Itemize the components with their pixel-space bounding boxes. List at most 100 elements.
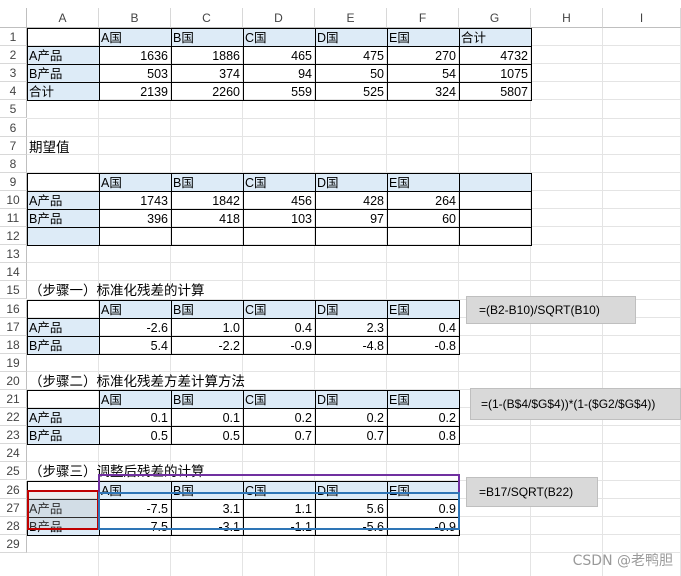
value-cell[interactable]: -0.9 [243,335,316,355]
row-header-20[interactable]: 20 [0,371,27,390]
row-label-cell[interactable]: A产品 [27,317,100,337]
value-cell[interactable]: 0.5 [171,426,244,446]
row-header-11[interactable]: 11 [0,209,27,228]
value-cell[interactable]: 4732 [459,46,532,66]
value-cell[interactable]: 0.1 [99,408,172,428]
value-cell[interactable]: 54 [387,64,460,84]
row-header-27[interactable]: 27 [0,498,27,517]
value-cell[interactable] [99,227,172,247]
column-header-H[interactable]: H [531,8,603,28]
value-cell[interactable]: 396 [99,209,172,229]
row-label-cell[interactable]: A产品 [27,190,100,210]
column-label-cell[interactable]: C国 [243,28,316,48]
row-header-18[interactable]: 18 [0,335,27,354]
column-header-F[interactable]: F [387,8,459,28]
row-label-cell[interactable]: B产品 [27,64,100,84]
column-label-cell[interactable]: B国 [171,28,244,48]
row-header-25[interactable]: 25 [0,462,27,481]
row-label-cell[interactable] [27,227,100,247]
value-cell[interactable]: -2.6 [99,317,172,337]
value-cell[interactable]: 418 [171,209,244,229]
value-cell[interactable]: -2.2 [171,335,244,355]
row-header-4[interactable]: 4 [0,82,27,101]
value-cell[interactable] [459,227,532,247]
column-label-cell[interactable]: C国 [243,172,316,192]
value-cell[interactable]: 1743 [99,190,172,210]
column-label-cell[interactable]: E国 [387,390,460,410]
row-header-28[interactable]: 28 [0,516,27,535]
step1-title[interactable]: （步骤一）标准化残差的计算 [29,279,205,299]
column-label-cell[interactable]: D国 [315,390,388,410]
row-header-9[interactable]: 9 [0,172,27,191]
row-header-21[interactable]: 21 [0,390,27,409]
value-cell[interactable] [459,209,532,229]
value-cell[interactable]: 50 [315,64,388,84]
row-header-7[interactable]: 7 [0,136,27,155]
value-cell[interactable]: 103 [243,209,316,229]
column-label-cell[interactable]: 合计 [459,28,532,48]
column-header-G[interactable]: G [459,8,531,28]
column-label-cell[interactable]: E国 [387,299,460,319]
value-cell[interactable]: 374 [171,64,244,84]
spreadsheet[interactable]: ABCDEFGHI 1 2 3 4 5 6 7 8 9 10 11 12 13 14 15 16 17 18 19 2… [0,0,681,576]
column-label-cell[interactable] [459,172,532,192]
value-cell[interactable]: 60 [387,209,460,229]
value-cell[interactable]: 0.2 [243,408,316,428]
row-header-2[interactable]: 2 [0,46,27,65]
value-cell[interactable]: 270 [387,46,460,66]
column-label-cell[interactable]: A国 [99,28,172,48]
row-header-13[interactable]: 13 [0,245,27,264]
value-cell[interactable]: 0.4 [243,317,316,337]
row-header-16[interactable]: 16 [0,299,27,318]
column-label-cell[interactable]: A国 [99,299,172,319]
column-label-cell[interactable]: B国 [171,299,244,319]
column-label-cell[interactable]: C国 [243,390,316,410]
row-header-6[interactable]: 6 [0,118,27,137]
row-label-cell[interactable]: 合计 [27,82,100,102]
value-cell[interactable] [315,227,388,247]
value-cell[interactable]: 2260 [171,82,244,102]
row-header-24[interactable]: 24 [0,444,27,463]
row-header-17[interactable]: 17 [0,317,27,336]
column-header-B[interactable]: B [99,8,171,28]
row-header-14[interactable]: 14 [0,263,27,282]
value-cell[interactable]: 0.2 [315,408,388,428]
value-cell[interactable]: 465 [243,46,316,66]
value-cell[interactable] [171,227,244,247]
column-label-cell[interactable]: A国 [99,172,172,192]
column-label-cell[interactable]: E国 [387,172,460,192]
row-header-1[interactable]: 1 [0,28,27,47]
value-cell[interactable]: 1.0 [171,317,244,337]
column-label-cell[interactable]: B国 [171,390,244,410]
column-header-A[interactable]: A [27,8,99,28]
row-header-5[interactable]: 5 [0,100,27,119]
row-header-23[interactable]: 23 [0,426,27,445]
value-cell[interactable]: 0.7 [315,426,388,446]
value-cell[interactable]: 0.8 [387,426,460,446]
value-cell[interactable]: -4.8 [315,335,388,355]
value-cell[interactable]: 94 [243,64,316,84]
column-label-cell[interactable]: D国 [315,299,388,319]
row-header-15[interactable]: 15 [0,281,27,300]
column-label-cell[interactable]: A国 [99,390,172,410]
formula-note-1[interactable]: =(B2-B10)/SQRT(B10) [466,296,636,324]
value-cell[interactable] [387,227,460,247]
value-cell[interactable]: 0.5 [99,426,172,446]
value-cell[interactable]: 1075 [459,64,532,84]
column-header-I[interactable]: I [603,8,681,28]
value-cell[interactable] [243,227,316,247]
table-corner-cell[interactable] [27,28,100,48]
row-header-22[interactable]: 22 [0,408,27,427]
value-cell[interactable]: 525 [315,82,388,102]
formula-note-3[interactable]: =B17/SQRT(B22) [466,477,598,507]
value-cell[interactable]: 5807 [459,82,532,102]
value-cell[interactable]: 264 [387,190,460,210]
value-cell[interactable]: 0.7 [243,426,316,446]
row-header-19[interactable]: 19 [0,353,27,372]
column-label-cell[interactable]: D国 [315,172,388,192]
row-label-cell[interactable]: B产品 [27,335,100,355]
column-label-cell[interactable]: D国 [315,28,388,48]
row-header-26[interactable]: 26 [0,480,27,499]
value-cell[interactable]: 2139 [99,82,172,102]
row-label-cell[interactable]: B产品 [27,426,100,446]
